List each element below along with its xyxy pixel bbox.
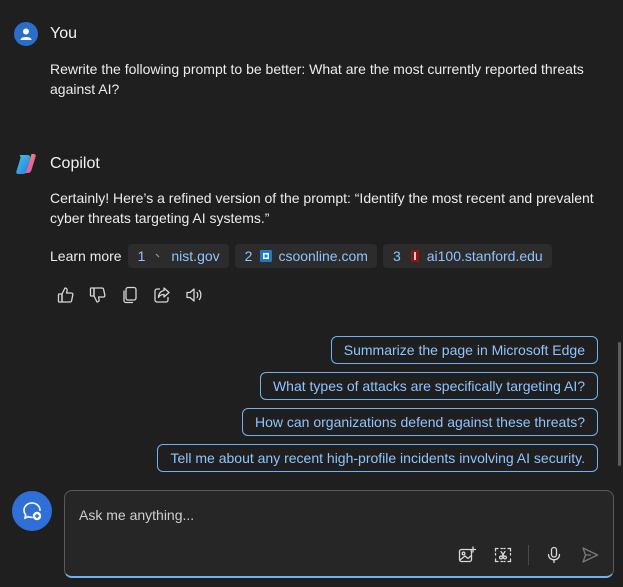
suggestion-chip[interactable]: Tell me about any recent high-profile in… (157, 444, 598, 472)
copilot-chat-panel: You Rewrite the following prompt to be b… (0, 0, 623, 587)
source-host: nist.gov (171, 248, 220, 264)
read-aloud-icon[interactable] (184, 285, 204, 305)
source-number: 1 (137, 248, 146, 264)
nist-favicon-icon (153, 250, 165, 262)
source-number: 2 (244, 248, 253, 264)
learn-more-row: Learn more 1 nist.gov 2 csoonline.com 3 (50, 244, 558, 268)
user-message-header: You (14, 22, 77, 46)
add-image-icon[interactable] (456, 544, 478, 566)
learn-more-label: Learn more (50, 248, 122, 264)
copilot-message-header: Copilot (14, 152, 100, 176)
response-actions (56, 285, 216, 305)
ask-input[interactable] (79, 505, 579, 525)
user-name: You (50, 25, 77, 42)
copilot-name: Copilot (50, 155, 100, 172)
source-link-stanford[interactable]: 3 ai100.stanford.edu (382, 244, 552, 268)
composer-tools (442, 544, 601, 566)
source-link-nist[interactable]: 1 nist.gov (127, 244, 229, 268)
tool-divider (528, 545, 529, 565)
copilot-message-text: Certainly! Here’s a refined version of t… (50, 190, 594, 226)
send-icon[interactable] (579, 544, 601, 566)
suggestion-chip[interactable]: What types of attacks are specifically t… (259, 372, 598, 400)
user-message-text: Rewrite the following prompt to be bette… (50, 61, 584, 97)
source-host: ai100.stanford.edu (426, 248, 543, 264)
thumbs-down-icon[interactable] (88, 285, 108, 305)
csoonline-favicon-icon (260, 250, 273, 262)
suggestion-list: Summarize the page in Microsoft Edge Wha… (157, 336, 598, 480)
thumbs-up-icon[interactable] (56, 285, 76, 305)
scrollbar-thumb[interactable] (618, 342, 621, 466)
share-icon[interactable] (152, 285, 172, 305)
source-number: 3 (392, 248, 401, 264)
copy-icon[interactable] (120, 285, 140, 305)
new-chat-icon (23, 502, 42, 521)
source-host: csoonline.com (278, 248, 368, 264)
new-topic-button[interactable] (12, 491, 52, 531)
stanford-favicon-icon (409, 250, 421, 262)
microphone-icon[interactable] (543, 544, 565, 566)
chat-composer (64, 490, 614, 578)
copilot-logo-icon (14, 152, 38, 176)
suggestion-chip[interactable]: How can organizations defend against the… (242, 408, 598, 436)
source-link-csoonline[interactable]: 2 csoonline.com (234, 244, 377, 268)
suggestion-chip[interactable]: Summarize the page in Microsoft Edge (330, 336, 598, 364)
screenshot-icon[interactable] (492, 544, 514, 566)
user-avatar-icon (14, 22, 38, 46)
